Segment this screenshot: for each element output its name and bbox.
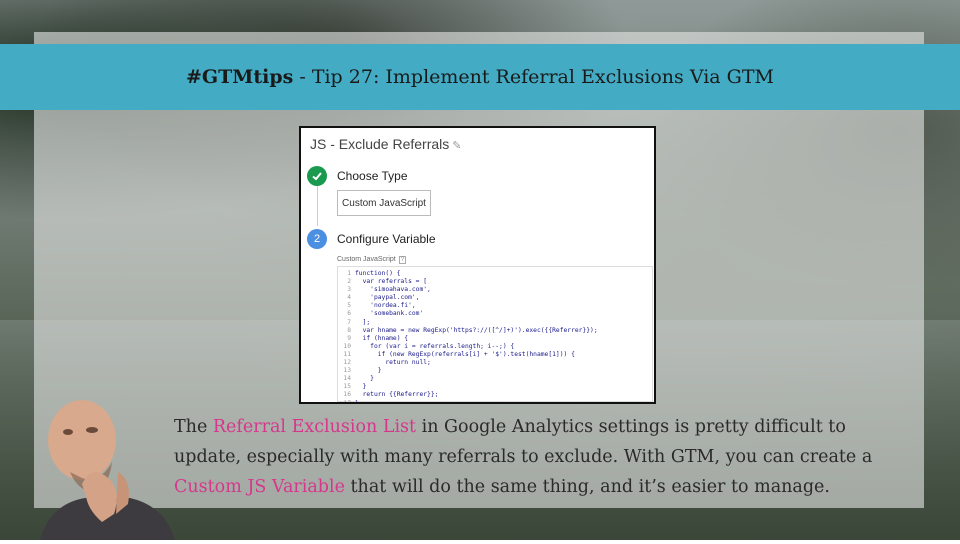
code-line-text: 'paypal.com', (355, 294, 420, 302)
variable-type-field[interactable]: Custom JavaScript (337, 190, 431, 216)
code-line: 8 var hname = new RegExp('https?://([^/]… (338, 327, 652, 335)
code-line-text: function() { (355, 270, 401, 277)
code-line-number: 15 (343, 383, 351, 391)
code-line: 4 'paypal.com', (338, 294, 652, 302)
code-line-text: } (355, 399, 359, 404)
code-line-text: if (hname) { (355, 334, 409, 342)
code-line-text: 'somebank.com' (355, 310, 424, 318)
code-line: 2 var referrals = [ (338, 278, 652, 286)
variable-name: JS - Exclude Referrals ✎ (310, 136, 462, 152)
code-line: 13 } (338, 367, 652, 375)
code-line-number: 17 (343, 399, 351, 404)
step-configure-variable-label: Configure Variable (337, 232, 436, 246)
step-choose-type-label: Choose Type (337, 169, 408, 183)
code-line: 14 } (338, 375, 652, 383)
code-line-number: 9 (347, 334, 351, 342)
caption-part3: that will do the same thing, and it’s ea… (344, 477, 830, 497)
title-tag: #GTMtips (186, 66, 294, 88)
title-text: Tip 27: Implement Referral Exclusions Vi… (311, 66, 774, 88)
custom-javascript-label-text: Custom JavaScript (337, 256, 396, 263)
gtm-screenshot: JS - Exclude Referrals ✎ Choose Type Cust… (299, 126, 656, 404)
caption-highlight-referral-exclusion: Referral Exclusion List (212, 417, 417, 437)
code-line-number: 2 (347, 278, 351, 286)
code-line: 16 return {{Referrer}}; (338, 391, 652, 399)
code-line-text: var hname = new RegExp('https?://([^/]+)… (355, 326, 598, 334)
code-line-text: var referrals = [ (355, 278, 428, 286)
custom-javascript-label: Custom JavaScript? (337, 256, 407, 264)
code-line: 7 ]; (338, 319, 652, 327)
code-line-number: 7 (347, 318, 351, 326)
code-line: 6 'somebank.com' (338, 310, 652, 318)
code-line: 5 'nordea.fi', (338, 302, 652, 310)
code-line: 1 function() { (338, 270, 652, 278)
code-line-number: 13 (343, 367, 351, 375)
step-connector (317, 186, 318, 226)
step-choose-type: Choose Type (307, 166, 408, 186)
code-line-number: 1 (347, 270, 351, 277)
code-line-text: 'simoahava.com', (355, 286, 431, 294)
code-line-text: } (355, 383, 367, 391)
code-line-text: } (355, 367, 382, 375)
title-bar: #GTMtips - Tip 27: Implement Referral Ex… (0, 44, 960, 110)
code-line-number: 16 (343, 391, 351, 399)
step-number-badge: 2 (307, 229, 327, 249)
code-line-number: 10 (343, 342, 351, 350)
code-line-text: return null; (355, 359, 431, 367)
code-line-text: if (new RegExp(referrals[i] + '$').test(… (355, 350, 575, 358)
code-line: 12 return null; (338, 359, 652, 367)
code-line-text: for (var i = referrals.length; i--;) { (355, 342, 515, 350)
code-line: 10 for (var i = referrals.length; i--;) … (338, 343, 652, 351)
code-line-number: 6 (347, 310, 351, 318)
code-line: 3 'simoahava.com', (338, 286, 652, 294)
code-line-text: 'nordea.fi', (355, 302, 416, 310)
code-editor[interactable]: 1 function() {2 var referrals = [3 'simoa… (337, 266, 653, 402)
checkmark-icon (307, 166, 327, 186)
title-separator: - (293, 66, 312, 88)
code-line: 17} (338, 399, 652, 404)
code-line-number: 14 (343, 375, 351, 383)
code-line-number: 3 (347, 286, 351, 294)
avatar (30, 392, 180, 540)
page-title: #GTMtips - Tip 27: Implement Referral Ex… (186, 66, 774, 88)
code-line: 15 } (338, 383, 652, 391)
code-line: 9 if (hname) { (338, 335, 652, 343)
step-configure-variable: 2 Configure Variable (307, 229, 436, 249)
caption-paragraph: The Referral Exclusion List in Google An… (174, 412, 914, 502)
code-line-number: 12 (343, 359, 351, 367)
code-line-text: } (355, 375, 374, 383)
code-line: 11 if (new RegExp(referrals[i] + '$').te… (338, 351, 652, 359)
code-line-number: 11 (343, 350, 351, 358)
code-line-number: 5 (347, 302, 351, 310)
pencil-icon: ✎ (452, 140, 462, 152)
code-line-text: ]; (355, 318, 371, 326)
code-line-text: return {{Referrer}}; (355, 391, 439, 399)
variable-name-text: JS - Exclude Referrals (310, 136, 450, 152)
caption-highlight-custom-js: Custom JS Variable (174, 477, 345, 497)
code-line-number: 8 (347, 326, 351, 334)
help-icon[interactable]: ? (398, 256, 407, 264)
code-line-number: 4 (347, 294, 351, 302)
